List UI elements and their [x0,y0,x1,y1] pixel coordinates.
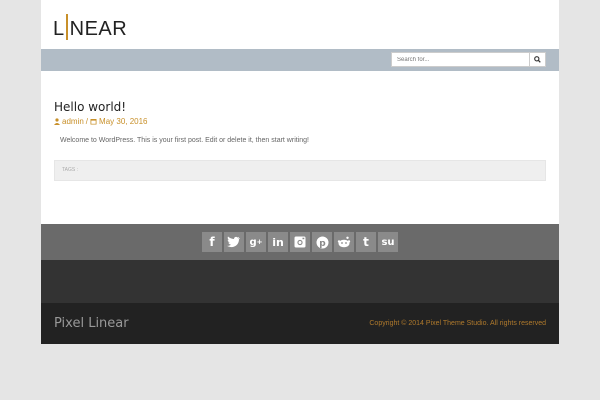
page-wrapper: LNEAR Hello world! admin / May 30, 2016 … [41,0,559,344]
meta-separator: / [85,117,89,126]
calendar-icon [90,119,97,125]
instagram-icon[interactable] [290,232,310,252]
linkedin-icon[interactable]: in [268,232,288,252]
post-meta: admin / May 30, 2016 [54,117,148,126]
tags-box: TAGS : [54,160,546,181]
svg-text:p: p [319,239,326,249]
user-icon [54,118,60,125]
footer-widgets [41,260,559,303]
search-form [391,52,546,67]
post-date[interactable]: May 30, 2016 [99,117,147,126]
site-logo[interactable]: L NEAR [53,14,127,41]
site-footer: Pixel Linear Copyright © 2014 Pixel Them… [41,303,559,344]
tags-label: TAGS : [62,167,79,173]
main-content: Hello world! admin / May 30, 2016 Welcom… [41,71,559,224]
search-button[interactable] [529,53,545,66]
facebook-icon[interactable]: f [202,232,222,252]
search-input[interactable] [392,53,529,66]
post-title[interactable]: Hello world! [54,100,126,114]
logo-accent-bar [65,14,68,40]
search-icon [534,56,541,63]
site-header: L NEAR [41,0,559,49]
social-bar: f g + in p t su [41,224,559,260]
reddit-icon[interactable] [334,232,354,252]
pinterest-icon[interactable]: p [312,232,332,252]
google-plus-icon[interactable]: g + [246,232,266,252]
stumbleupon-icon[interactable]: su [378,232,398,252]
footer-brand: Pixel Linear [54,316,129,331]
post-author[interactable]: admin [62,117,84,126]
twitter-icon[interactable] [224,232,244,252]
navbar [41,49,559,71]
footer-copyright: Copyright © 2014 Pixel Theme Studio. All… [369,320,546,327]
post-excerpt: Welcome to WordPress. This is your first… [60,137,309,144]
tumblr-icon[interactable]: t [356,232,376,252]
